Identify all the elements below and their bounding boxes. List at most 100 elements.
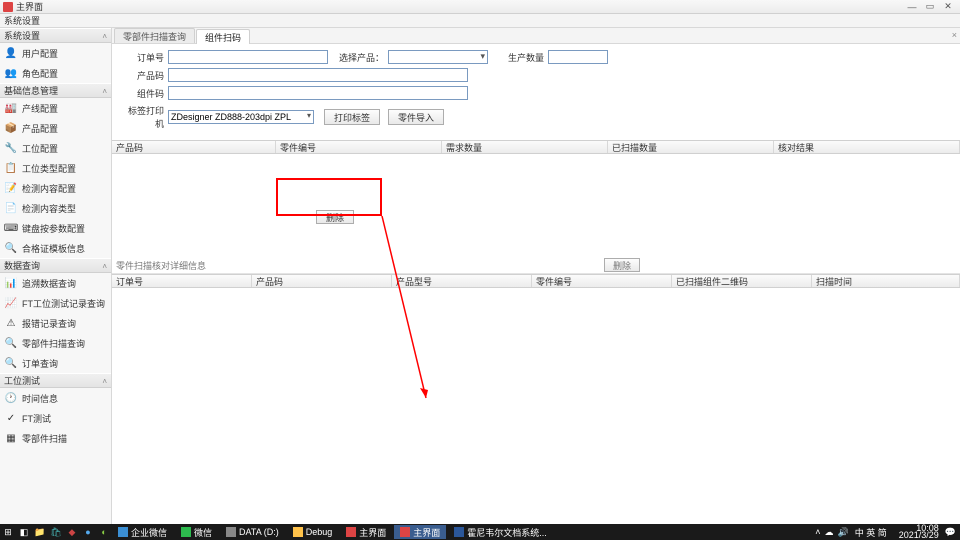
qty-label: 生产数量 — [488, 51, 544, 64]
grid1-col-partno[interactable]: 零件编号 — [276, 141, 442, 153]
sidebar-item-user[interactable]: 👤用户配置 — [0, 43, 111, 63]
minimize-button[interactable]: — — [903, 1, 921, 13]
sidebar-item-keyboard[interactable]: ⌨键盘按参数配置 — [0, 218, 111, 238]
app-icon — [3, 2, 13, 12]
taskbar-app-2[interactable]: DATA (D:) — [220, 525, 285, 539]
chevron-up-icon: ˄ — [102, 262, 107, 271]
sidebar-item-cert[interactable]: 🔍合格证模板信息 — [0, 238, 111, 258]
product-icon: 📦 — [4, 121, 18, 135]
sidebar-item-fttest[interactable]: ✓FT测试 — [0, 408, 111, 428]
chevron-up-icon: ˄ — [102, 32, 107, 41]
ime-status[interactable]: 中 英 简 — [855, 526, 887, 539]
sidebar-item-ftquery[interactable]: 📈FT工位测试记录查询 — [0, 293, 111, 313]
order-icon: 🔍 — [4, 356, 18, 370]
time-icon: 🕐 — [4, 391, 18, 405]
sidebar-item-trace[interactable]: 📊追溯数据查询 — [0, 273, 111, 293]
grid2-col-qrcode[interactable]: 已扫描组件二维码 — [672, 275, 812, 287]
code-input[interactable] — [168, 68, 468, 82]
grid2-col-time[interactable]: 扫描时间 — [812, 275, 960, 287]
sidebar-item-scanquery[interactable]: 🔍零部件扫描查询 — [0, 333, 111, 353]
stationtype-icon: 📋 — [4, 161, 18, 175]
store-icon[interactable]: 🛍 — [48, 524, 64, 540]
taskbar-app-3[interactable]: Debug — [287, 525, 339, 539]
print-button[interactable]: 打印标签 — [324, 109, 380, 125]
sidebar-header-test[interactable]: 工位测试˄ — [0, 373, 111, 388]
grid1-body: 删除 — [112, 154, 960, 258]
error-icon: ⚠ — [4, 316, 18, 330]
tool1-icon[interactable]: ◆ — [64, 524, 80, 540]
grid1-col-product[interactable]: 产品码 — [112, 141, 276, 153]
maximize-button[interactable]: ▭ — [921, 1, 939, 13]
sidebar-item-inspect[interactable]: 📝检测内容配置 — [0, 178, 111, 198]
role-icon: 👥 — [4, 66, 18, 80]
product-label: 选择产品： — [328, 51, 384, 64]
grid1-col-reqqty[interactable]: 需求数量 — [442, 141, 608, 153]
tab-bar: 零部件扫描查询 组件扫码 × — [112, 28, 960, 44]
import-button[interactable]: 零件导入 — [388, 109, 444, 125]
taskbar-app-1[interactable]: 微信 — [175, 525, 218, 539]
sidebar-item-product[interactable]: 📦产品配置 — [0, 118, 111, 138]
tray-cloud-icon[interactable]: ☁ — [825, 527, 834, 538]
part-label: 组件码 — [120, 87, 164, 100]
taskbar-clock[interactable]: 10:082021/3/29 — [899, 525, 939, 539]
tray-chevron-icon[interactable]: ˄ — [815, 527, 820, 537]
product-select[interactable] — [388, 50, 488, 64]
factory-icon: 🏭 — [4, 101, 18, 115]
start-button[interactable]: ⊞ — [0, 524, 16, 540]
sidebar-item-inspecttype[interactable]: 📄检测内容类型 — [0, 198, 111, 218]
menu-system[interactable]: 系统设置 — [4, 14, 40, 27]
taskbar-app-0[interactable]: 企业微信 — [112, 525, 173, 539]
taskview-icon[interactable]: ◧ — [16, 524, 32, 540]
sidebar-item-station[interactable]: 🔧工位配置 — [0, 138, 111, 158]
sidebar-item-role[interactable]: 👥角色配置 — [0, 63, 111, 83]
fttest-icon: ✓ — [4, 411, 18, 425]
tool2-icon[interactable]: ● — [80, 524, 96, 540]
notification-icon[interactable]: 💬 — [945, 527, 956, 538]
grid1-col-scanqty[interactable]: 已扫描数量 — [608, 141, 774, 153]
tab-close-icon[interactable]: × — [952, 30, 957, 40]
menu-bar: 系统设置 — [0, 14, 960, 28]
trace-icon: 📊 — [4, 276, 18, 290]
tray-volume-icon[interactable]: 🔊 — [838, 527, 849, 538]
sidebar-item-orderquery[interactable]: 🔍订单查询 — [0, 353, 111, 373]
grid2-col-partno[interactable]: 零件编号 — [532, 275, 672, 287]
sidebar-item-error[interactable]: ⚠报错记录查询 — [0, 313, 111, 333]
detail-subtitle: 零件扫描核对详细信息 删除 — [112, 258, 960, 274]
close-button[interactable]: ✕ — [939, 1, 957, 13]
qty-input[interactable] — [548, 50, 608, 64]
delete-button[interactable]: 删除 — [316, 210, 354, 224]
grid2-col-model[interactable]: 产品型号 — [392, 275, 532, 287]
sidebar-item-time[interactable]: 🕐时间信息 — [0, 388, 111, 408]
tab-component-scan[interactable]: 组件扫码 — [196, 29, 250, 44]
taskbar[interactable]: ⊞ ◧ 📁 🛍 ◆ ● ◐ 企业微信 微信 DATA (D:) Debug 主界… — [0, 524, 960, 540]
keyboard-icon: ⌨ — [4, 221, 18, 235]
chevron-up-icon: ˄ — [102, 377, 107, 386]
sidebar-header-system[interactable]: 系统设置˄ — [0, 28, 111, 43]
order-input[interactable] — [168, 50, 328, 64]
order-label: 订单号 — [120, 51, 164, 64]
cert-icon: 🔍 — [4, 241, 18, 255]
tab-scanquery[interactable]: 零部件扫描查询 — [114, 28, 195, 43]
printer-select[interactable]: ZDesigner ZD888-203dpi ZPL — [168, 110, 314, 124]
scan-icon: 🔍 — [4, 336, 18, 350]
grid2-col-order[interactable]: 订单号 — [112, 275, 252, 287]
part-input[interactable] — [168, 86, 468, 100]
taskbar-app-6[interactable]: 霍尼韦尔文档系统... — [448, 525, 553, 539]
taskbar-app-4[interactable]: 主界面 — [340, 525, 392, 539]
delete-small-button[interactable]: 删除 — [604, 258, 640, 272]
sidebar-item-line[interactable]: 🏭产线配置 — [0, 98, 111, 118]
tool3-icon[interactable]: ◐ — [96, 524, 112, 540]
station-icon: 🔧 — [4, 141, 18, 155]
sidebar-item-partscan[interactable]: ▦零部件扫描 — [0, 428, 111, 448]
taskbar-app-5[interactable]: 主界面 — [394, 525, 446, 539]
grid2-header: 订单号 产品码 产品型号 零件编号 已扫描组件二维码 扫描时间 — [112, 274, 960, 288]
sidebar-item-stationtype[interactable]: 📋工位类型配置 — [0, 158, 111, 178]
sidebar: 系统设置˄ 👤用户配置 👥角色配置 基础信息管理˄ 🏭产线配置 📦产品配置 🔧工… — [0, 28, 112, 524]
sidebar-header-basic[interactable]: 基础信息管理˄ — [0, 83, 111, 98]
grid1-col-result[interactable]: 核对结果 — [774, 141, 960, 153]
explorer-icon[interactable]: 📁 — [32, 524, 48, 540]
taskbar-tray: ˄ ☁ 🔊 中 英 简 10:082021/3/29 💬 — [815, 525, 960, 539]
grid2-col-product[interactable]: 产品码 — [252, 275, 392, 287]
inspecttype-icon: 📄 — [4, 201, 18, 215]
sidebar-header-query[interactable]: 数据查询˄ — [0, 258, 111, 273]
